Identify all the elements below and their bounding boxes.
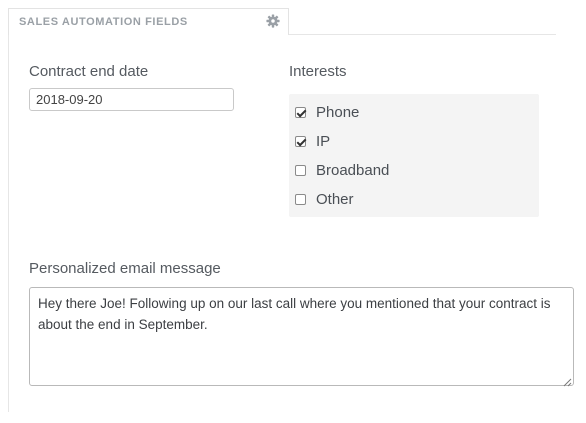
contract-end-date-input[interactable]	[29, 88, 234, 111]
header-divider	[289, 34, 556, 35]
email-message-textarea[interactable]: Hey there Joe! Following up on our last …	[29, 287, 574, 386]
other-checkbox[interactable]	[295, 193, 306, 205]
sales-automation-panel: SALES AUTOMATION FIELDS Contract end dat…	[0, 0, 586, 423]
ip-label: IP	[316, 132, 331, 150]
other-label: Other	[316, 190, 354, 208]
section-tab[interactable]: SALES AUTOMATION FIELDS	[8, 8, 289, 35]
broadband-label: Broadband	[316, 161, 390, 179]
panel-left-border	[8, 34, 9, 412]
interests-checkbox-group: Phone IP Broadband Other	[289, 94, 539, 217]
ip-checkbox[interactable]	[295, 135, 306, 147]
contract-end-date-label: Contract end date	[29, 63, 149, 80]
phone-checkbox[interactable]	[295, 106, 306, 118]
resize-grip-icon[interactable]	[562, 374, 572, 387]
interests-label: Interests	[289, 63, 347, 80]
email-message-label: Personalized email message	[29, 260, 221, 277]
interest-option-broadband[interactable]: Broadband	[295, 159, 389, 181]
broadband-checkbox[interactable]	[295, 164, 306, 176]
interest-option-ip[interactable]: IP	[295, 130, 330, 152]
gear-icon[interactable]	[266, 14, 280, 28]
section-title: SALES AUTOMATION FIELDS	[19, 16, 188, 28]
interest-option-other[interactable]: Other	[295, 188, 354, 210]
phone-label: Phone	[316, 103, 360, 121]
interest-option-phone[interactable]: Phone	[295, 101, 359, 123]
